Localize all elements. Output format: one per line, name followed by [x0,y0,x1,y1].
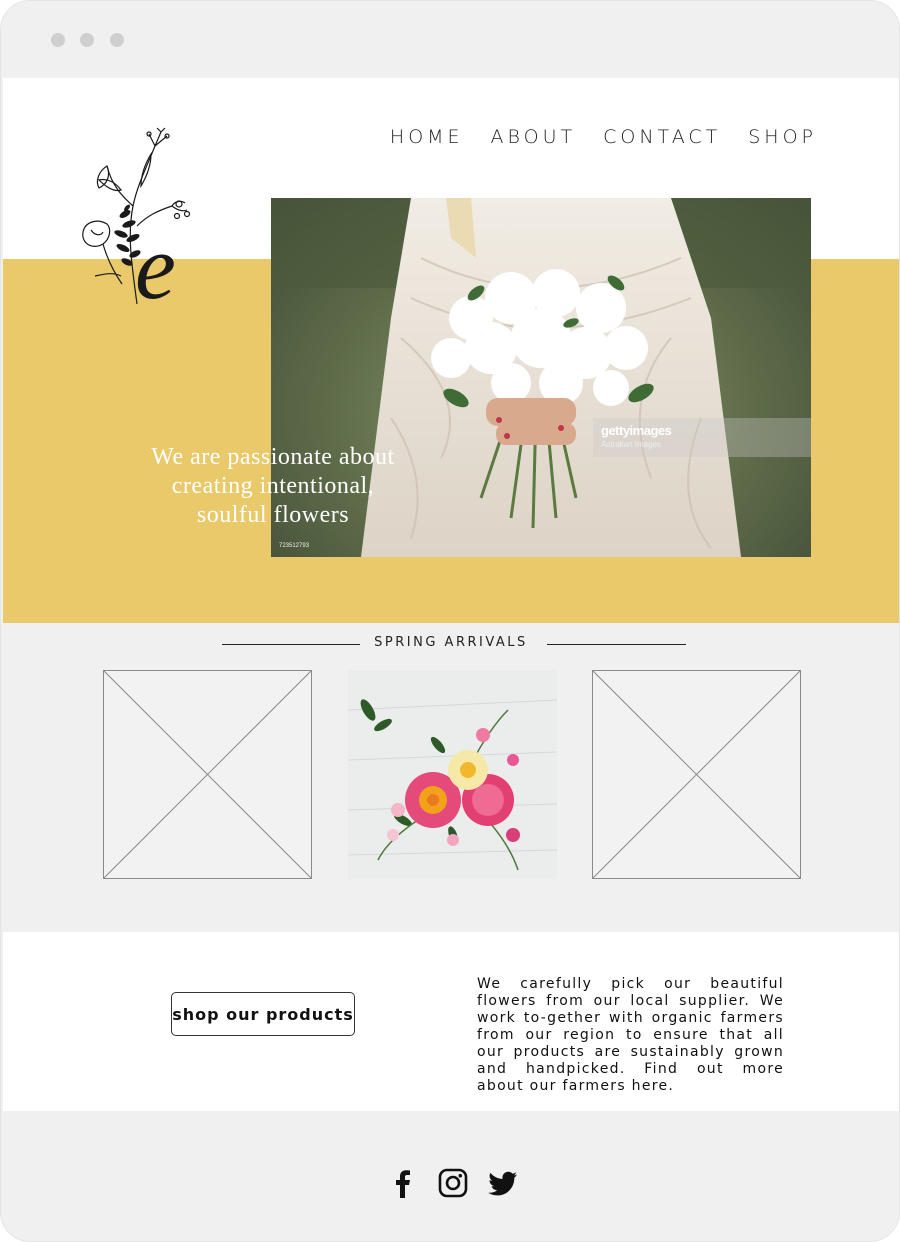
watermark-brand: gettyimages [601,423,672,438]
social-links [388,1168,518,1198]
nav-about-link[interactable]: ABOUT [491,126,577,148]
divider-right [547,644,686,645]
product-tile-3[interactable] [592,670,801,879]
window-titlebar [1,1,899,78]
main-nav: HOME ABOUT CONTACT SHOP [390,126,817,148]
window-close-button[interactable] [51,33,65,47]
image-placeholder-icon [593,671,800,878]
facebook-icon[interactable] [388,1168,418,1198]
window-maximize-button[interactable] [110,33,124,47]
section-title: SPRING ARRIVALS [374,635,528,650]
browser-window: HOME ABOUT CONTACT SHOP e gettyimages As… [0,0,900,1242]
tagline-line-2: creating intentional, [171,473,375,499]
product-tile-2[interactable] [348,670,557,879]
getty-watermark: gettyimages Astrakan Images [593,418,811,457]
website-page: HOME ABOUT CONTACT SHOP e gettyimages As… [3,78,899,1241]
floral-monogram-icon: e [82,127,191,318]
tagline-line-1: We are passionate about [151,444,395,470]
about-farmers-text: We carefully pick our beautiful flowers … [477,976,784,1094]
svg-text:e: e [135,216,176,308]
twitter-icon[interactable] [488,1168,518,1198]
shop-products-button[interactable]: shop our products [171,992,355,1036]
nav-home-link[interactable]: HOME [390,126,464,148]
info-section: shop our products We carefully pick our … [3,932,899,1111]
window-minimize-button[interactable] [80,33,94,47]
nav-contact-link[interactable]: CONTACT [603,126,721,148]
flower-arrangement-image [348,670,557,879]
nav-shop-link[interactable]: SHOP [748,126,817,148]
brand-logo[interactable]: e [77,126,207,318]
watermark-credit: Astrakan Images [601,440,662,449]
photo-id: 723512793 [279,543,310,549]
hero-tagline: We are passionate about creating intenti… [113,443,433,530]
image-placeholder-icon [104,671,311,878]
instagram-icon[interactable] [438,1168,468,1198]
product-tile-1[interactable] [103,670,312,879]
tagline-line-3: soulful flowers [196,502,350,528]
section-header: SPRING ARRIVALS [3,623,899,667]
